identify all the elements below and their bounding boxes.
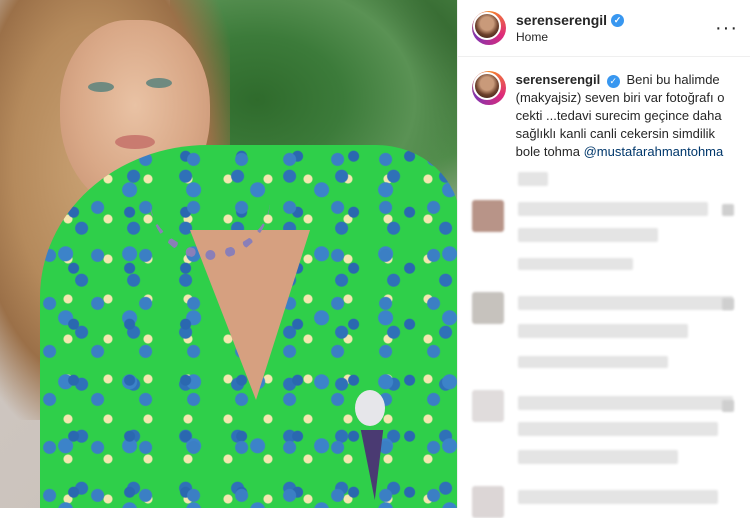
- blurred-time: [518, 172, 548, 186]
- blurred-comment-line: [518, 490, 718, 504]
- blurred-comment-avatar: [472, 486, 504, 518]
- post-sidebar: serenserengil ✓ Home ··· serenserengil ✓…: [457, 0, 750, 518]
- blurred-comment-avatar: [472, 390, 504, 422]
- caption-avatar[interactable]: [472, 71, 506, 105]
- blurred-comment-line: [518, 296, 733, 310]
- location-text[interactable]: Home: [516, 30, 715, 44]
- blurred-comment-line: [518, 324, 688, 338]
- blurred-comment-line: [518, 228, 658, 242]
- post-header: serenserengil ✓ Home ···: [458, 0, 750, 57]
- instagram-post: serenserengil ✓ Home ··· serenserengil ✓…: [0, 0, 750, 518]
- post-photo[interactable]: [0, 0, 457, 508]
- avatar-image: [473, 12, 501, 40]
- blurred-comment-line: [518, 450, 678, 464]
- blurred-comment-avatar: [472, 292, 504, 324]
- avatar[interactable]: [472, 11, 506, 45]
- blurred-comment-line: [518, 202, 708, 216]
- more-icon[interactable]: ···: [715, 17, 738, 40]
- blurred-comment-line: [518, 396, 733, 410]
- username-text[interactable]: serenserengil: [516, 12, 607, 28]
- blurred-comment-line: [518, 422, 718, 436]
- eye-left: [88, 82, 114, 92]
- caption-verified-icon: ✓: [606, 74, 620, 88]
- eye-right: [146, 78, 172, 88]
- caption-avatar-image: [473, 72, 501, 100]
- blurred-comment-avatar: [472, 200, 504, 232]
- blurred-like-icon: [722, 204, 734, 216]
- caption-mention[interactable]: @mustafarahmantohma: [584, 144, 724, 159]
- caption-text-block: serenserengil ✓ Beni bu halimde (makyajs…: [516, 71, 738, 161]
- pendant-shell: [355, 390, 385, 426]
- blurred-like-icon: [722, 400, 734, 412]
- header-username[interactable]: serenserengil ✓: [516, 12, 715, 28]
- caption: serenserengil ✓ Beni bu halimde (makyajs…: [458, 57, 750, 161]
- blurred-comment-meta: [518, 258, 633, 270]
- blurred-comment-meta: [518, 356, 668, 368]
- caption-username[interactable]: serenserengil: [516, 72, 601, 87]
- header-meta: serenserengil ✓ Home: [516, 12, 715, 44]
- verified-icon: ✓: [611, 13, 625, 27]
- lips: [115, 135, 155, 149]
- blurred-like-icon: [722, 298, 734, 310]
